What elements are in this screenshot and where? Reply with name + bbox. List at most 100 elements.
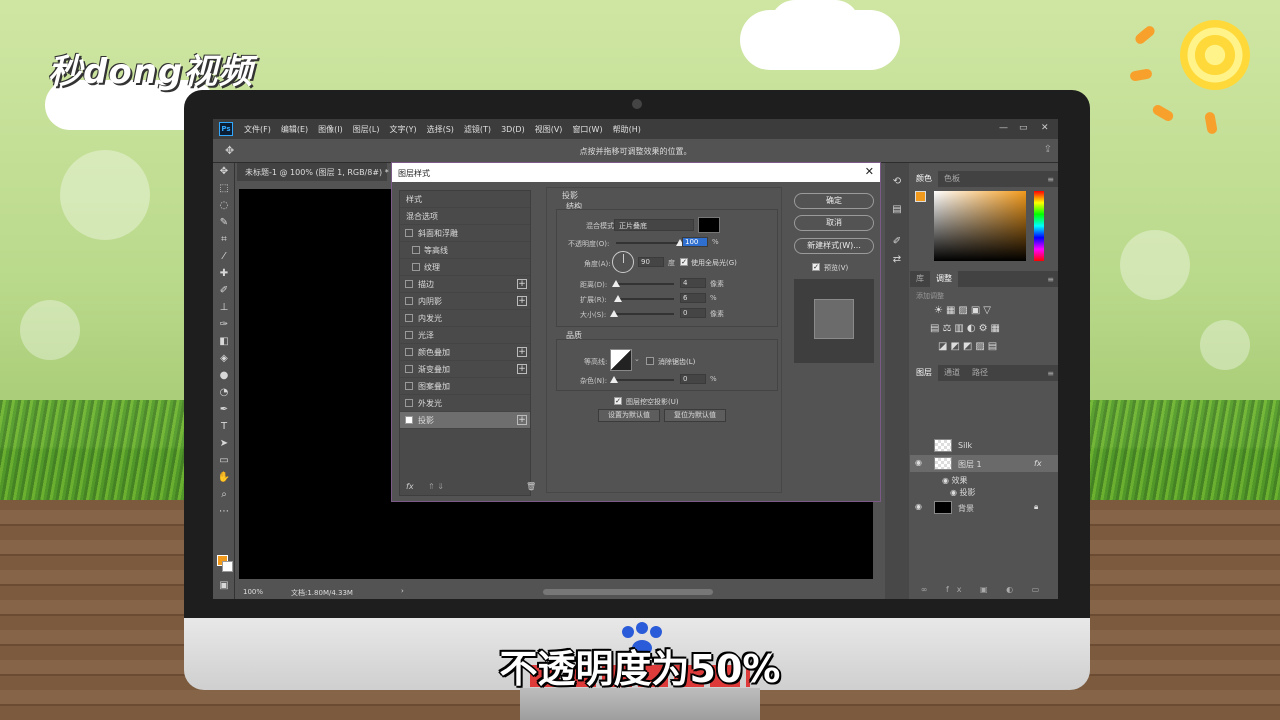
adjustment-icons-row-1[interactable]: ☀▦▨▣▽ bbox=[934, 305, 994, 316]
style-item-drop-shadow[interactable]: 投影 + bbox=[400, 412, 530, 429]
restore-icon[interactable]: ▭ bbox=[1019, 123, 1028, 133]
style-item-outer-glow[interactable]: 外发光 bbox=[400, 395, 530, 412]
eye-icon[interactable]: ◉ bbox=[915, 458, 922, 467]
checkbox[interactable] bbox=[412, 263, 420, 271]
crop-tool-icon[interactable]: ⌗ bbox=[217, 233, 231, 247]
photoshop-icon[interactable]: Ps bbox=[219, 122, 233, 136]
new-style-button[interactable]: 新建样式(W)... bbox=[794, 238, 874, 254]
tab-adjustments[interactable]: 调整 bbox=[930, 271, 958, 287]
eyedropper-icon[interactable]: ⁄ bbox=[217, 250, 231, 264]
checkbox[interactable] bbox=[405, 297, 413, 305]
menu-image[interactable]: 图像(I) bbox=[313, 124, 348, 135]
zoom-level[interactable]: 100% bbox=[243, 588, 263, 596]
layers-footer-icons[interactable]: ∞ fx ▣ ◐ ▭ ⊞ 🗑︎ bbox=[910, 581, 1058, 599]
style-item-contour[interactable]: 等高线 bbox=[400, 242, 530, 259]
checkbox[interactable] bbox=[405, 348, 413, 356]
color-picker-field[interactable] bbox=[934, 191, 1026, 261]
style-item-inner-glow[interactable]: 内发光 bbox=[400, 310, 530, 327]
menu-view[interactable]: 视图(V) bbox=[530, 124, 568, 135]
adjust-panel-icon[interactable]: ⇄ bbox=[890, 253, 904, 267]
path-select-icon[interactable]: ➤ bbox=[217, 437, 231, 451]
effects-row[interactable]: ◉ 效果 bbox=[942, 475, 968, 486]
brush-tool-icon[interactable]: ✐ bbox=[217, 284, 231, 298]
menu-edit[interactable]: 编辑(E) bbox=[276, 124, 313, 135]
hue-slider[interactable] bbox=[1034, 191, 1044, 261]
checkbox[interactable] bbox=[405, 314, 413, 322]
layer-row-silk[interactable]: Silk bbox=[910, 437, 1058, 454]
brush-panel-icon[interactable]: ✐ bbox=[890, 235, 904, 249]
menu-help[interactable]: 帮助(H) bbox=[608, 124, 646, 135]
trash-icon[interactable]: 🗑︎ bbox=[526, 482, 536, 491]
layer-row-background[interactable]: ◉ 背景 🔒︎ bbox=[910, 499, 1058, 516]
tab-swatches[interactable]: 色板 bbox=[938, 171, 966, 187]
menu-type[interactable]: 文字(Y) bbox=[384, 124, 421, 135]
fx-badge[interactable]: fx bbox=[1034, 459, 1042, 468]
pen-tool-icon[interactable]: ✒ bbox=[217, 403, 231, 417]
tab-libraries[interactable]: 库 bbox=[910, 271, 930, 287]
history-brush-icon[interactable]: ✑ bbox=[217, 318, 231, 332]
shape-tool-icon[interactable]: ▭ bbox=[217, 454, 231, 468]
checkbox[interactable] bbox=[405, 331, 413, 339]
type-tool-icon[interactable]: T bbox=[217, 420, 231, 434]
panel-menu-icon[interactable]: ≡ bbox=[1047, 275, 1054, 284]
style-item-bevel[interactable]: 斜面和浮雕 bbox=[400, 225, 530, 242]
checkbox[interactable] bbox=[405, 382, 413, 390]
foreground-color-chip[interactable] bbox=[915, 191, 926, 202]
paint-bucket-icon[interactable]: ◈ bbox=[217, 352, 231, 366]
checkbox[interactable] bbox=[405, 229, 413, 237]
style-item-satin[interactable]: 光泽 bbox=[400, 327, 530, 344]
checkbox[interactable] bbox=[412, 246, 420, 254]
tab-paths[interactable]: 路径 bbox=[966, 365, 994, 381]
style-item-inner-shadow[interactable]: 内阴影 + bbox=[400, 293, 530, 310]
dodge-tool-icon[interactable]: ◔ bbox=[217, 386, 231, 400]
style-item-stroke[interactable]: 描边 + bbox=[400, 276, 530, 293]
style-item-gradient-overlay[interactable]: 渐变叠加 + bbox=[400, 361, 530, 378]
adjustment-icons-row-3[interactable]: ◪◩◩▨▤ bbox=[938, 341, 1000, 352]
share-icon[interactable]: ⇪ bbox=[1044, 144, 1052, 155]
marquee-tool-icon[interactable]: ⬚ bbox=[217, 182, 231, 196]
preview-checkbox[interactable]: ✓ bbox=[812, 263, 820, 271]
quick-select-icon[interactable]: ✎ bbox=[217, 216, 231, 230]
more-tools-icon[interactable]: ⋯ bbox=[217, 505, 231, 519]
quick-mask-icon[interactable]: ▣ bbox=[217, 579, 231, 593]
tab-channels[interactable]: 通道 bbox=[938, 365, 966, 381]
background-color-swatch[interactable] bbox=[222, 561, 233, 572]
add-icon[interactable]: + bbox=[517, 279, 527, 289]
document-tab[interactable]: 未标题-1 @ 100% (图层 1, RGB/8#) * × bbox=[237, 163, 404, 181]
move-up-down-icon[interactable]: ⇑ ⇓ bbox=[428, 482, 444, 491]
horizontal-scrollbar[interactable] bbox=[543, 589, 713, 595]
stamp-tool-icon[interactable]: ⊥ bbox=[217, 301, 231, 315]
cancel-button[interactable]: 取消 bbox=[794, 215, 874, 231]
checkbox[interactable] bbox=[405, 399, 413, 407]
panel-menu-icon[interactable]: ≡ bbox=[1047, 369, 1054, 378]
style-item-pattern-overlay[interactable]: 图案叠加 bbox=[400, 378, 530, 395]
move-tool-icon[interactable]: ✥ bbox=[217, 165, 231, 179]
history-panel-icon[interactable]: ⟲ bbox=[890, 175, 904, 189]
add-icon[interactable]: + bbox=[517, 415, 527, 425]
effect-drop-shadow-row[interactable]: ◉ 投影 bbox=[950, 487, 976, 498]
menu-3d[interactable]: 3D(D) bbox=[496, 125, 530, 134]
zoom-tool-icon[interactable]: ⌕ bbox=[217, 488, 231, 502]
checkbox[interactable] bbox=[405, 416, 413, 424]
ok-button[interactable]: 确定 bbox=[794, 193, 874, 209]
menu-layer[interactable]: 图层(L) bbox=[348, 124, 385, 135]
add-icon[interactable]: + bbox=[517, 364, 527, 374]
minimize-icon[interactable]: — bbox=[999, 123, 1008, 133]
dialog-close-icon[interactable]: ✕ bbox=[865, 165, 874, 178]
close-icon[interactable]: ✕ bbox=[1041, 123, 1049, 133]
status-arrow-icon[interactable]: › bbox=[401, 587, 404, 595]
menu-select[interactable]: 选择(S) bbox=[422, 124, 459, 135]
tab-color[interactable]: 颜色 bbox=[910, 171, 938, 187]
layer-row-layer1[interactable]: ◉ 图层 1 fx bbox=[910, 455, 1058, 472]
menu-filter[interactable]: 滤镜(T) bbox=[459, 124, 496, 135]
blur-tool-icon[interactable]: ● bbox=[217, 369, 231, 383]
menu-file[interactable]: 文件(F) bbox=[239, 124, 276, 135]
adjustment-icons-row-2[interactable]: ▤⚖▥◐⚙▦ bbox=[930, 323, 1003, 334]
properties-panel-icon[interactable]: ▤ bbox=[890, 203, 904, 217]
menu-window[interactable]: 窗口(W) bbox=[567, 124, 607, 135]
eraser-icon[interactable]: ◧ bbox=[217, 335, 231, 349]
eye-icon[interactable]: ◉ bbox=[915, 502, 922, 511]
add-icon[interactable]: + bbox=[517, 296, 527, 306]
style-item-texture[interactable]: 纹理 bbox=[400, 259, 530, 276]
style-item-styles[interactable]: 样式 bbox=[400, 191, 530, 208]
